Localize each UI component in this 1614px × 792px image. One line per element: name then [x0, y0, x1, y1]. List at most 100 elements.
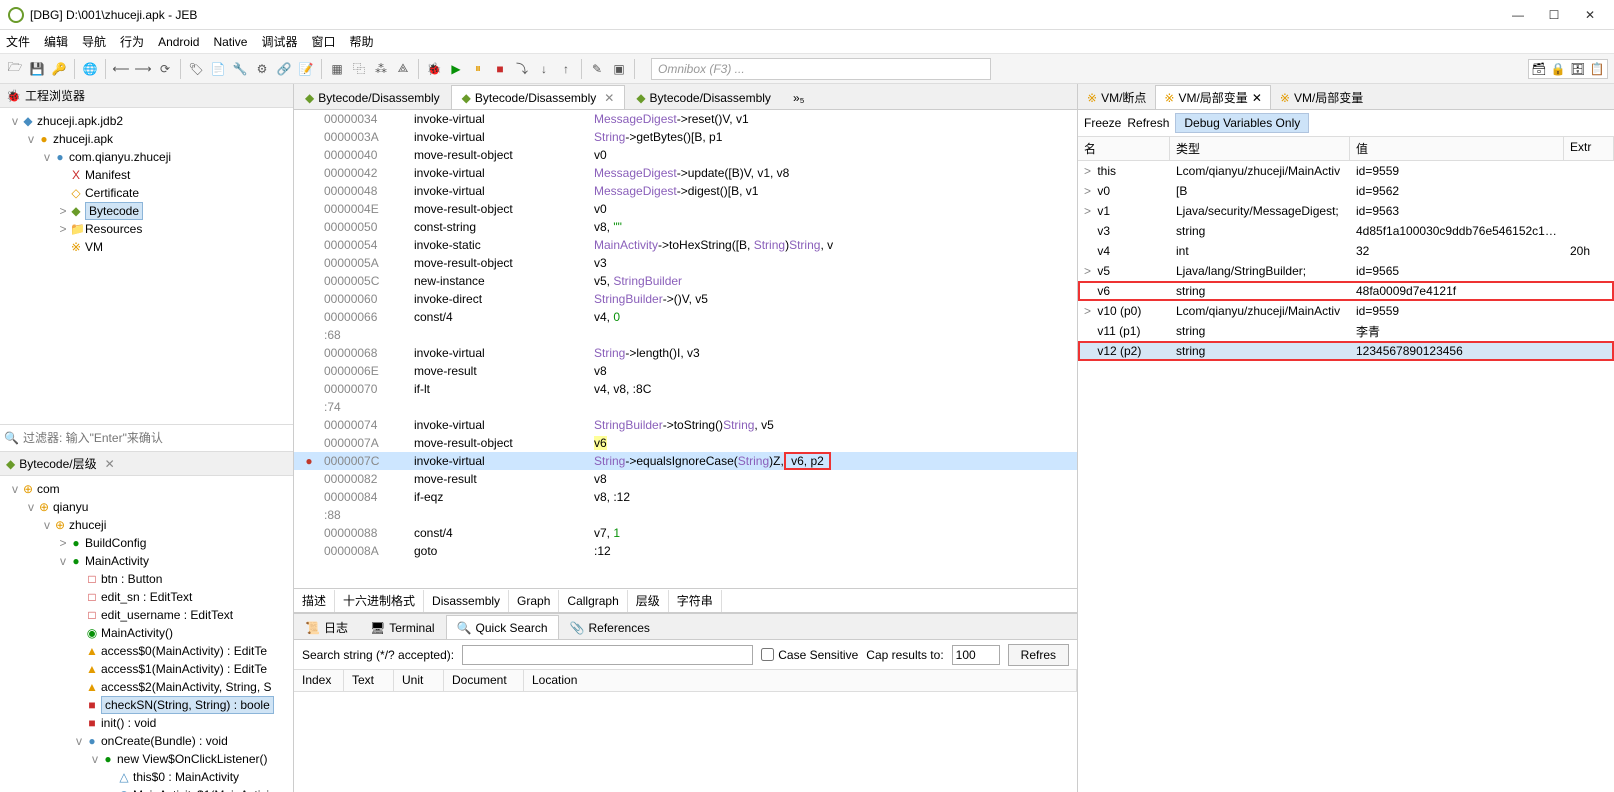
- code-line[interactable]: 00000066const/4v4, 0: [294, 308, 1077, 326]
- page-icon[interactable]: 📋: [1590, 62, 1605, 76]
- col-index[interactable]: Index: [294, 670, 344, 691]
- code-line[interactable]: 00000068invoke-virtualString->length()I,…: [294, 344, 1077, 362]
- close-icon[interactable]: ✕: [105, 457, 115, 471]
- tree-node[interactable]: ▲access$1(MainActivity) : EditTe: [2, 660, 291, 678]
- note-icon[interactable]: 📝: [297, 60, 315, 78]
- toolbar-right-group[interactable]: 🗃 🔒 🗄 📋: [1528, 59, 1608, 79]
- tag-icon[interactable]: 🏷: [187, 60, 205, 78]
- code-line[interactable]: 00000048invoke-virtualMessageDigest->dig…: [294, 182, 1077, 200]
- tree-node[interactable]: v◆zhuceji.apk.jdb2: [2, 112, 291, 130]
- tree-node[interactable]: □btn : Button: [2, 570, 291, 588]
- var-row[interactable]: v6string48fa0009d7e4121f: [1078, 281, 1614, 301]
- project-tree[interactable]: v◆zhuceji.apk.jdb2v●zhuceji.apkv●com.qia…: [0, 108, 293, 424]
- tab-disassembly-1[interactable]: ◆Bytecode/Disassembly: [294, 85, 451, 109]
- vars-table[interactable]: > thisLcom/qianyu/zhuceji/MainActivid=95…: [1078, 161, 1614, 792]
- menu-file[interactable]: 文件: [6, 33, 30, 50]
- stack-icon[interactable]: 🗄: [1570, 62, 1585, 76]
- tree-node[interactable]: v⊕zhuceji: [2, 516, 291, 534]
- tree-node[interactable]: v●new View$OnClickListener(): [2, 750, 291, 768]
- step-into-icon[interactable]: ↓: [535, 60, 553, 78]
- col-name[interactable]: 名: [1078, 137, 1170, 160]
- forward-icon[interactable]: ⟶: [134, 60, 152, 78]
- hierarchy-tree[interactable]: v⊕comv⊕qianyuv⊕zhuceji>●BuildConfigv●Mai…: [0, 476, 293, 792]
- tree-node[interactable]: ▲access$2(MainActivity, String, S: [2, 678, 291, 696]
- code-line[interactable]: :68: [294, 326, 1077, 344]
- tree-node[interactable]: ■init() : void: [2, 714, 291, 732]
- close-button[interactable]: ✕: [1578, 6, 1602, 24]
- search-input[interactable]: [462, 645, 753, 665]
- code-line[interactable]: 00000054invoke-staticMainActivity->toHex…: [294, 236, 1077, 254]
- btab-callgraph[interactable]: Callgraph: [559, 590, 627, 612]
- code-line[interactable]: 00000042invoke-virtualMessageDigest->upd…: [294, 164, 1077, 182]
- close-icon[interactable]: ✕: [1252, 91, 1262, 105]
- col-value[interactable]: 值: [1350, 137, 1564, 160]
- btab-desc[interactable]: 描述: [294, 590, 335, 612]
- gear-icon[interactable]: ⚙: [253, 60, 271, 78]
- filter-input[interactable]: [23, 428, 289, 448]
- tab-terminal[interactable]: 🖥Terminal: [359, 615, 446, 639]
- tree-node[interactable]: >📁Resources: [2, 220, 291, 238]
- menu-native[interactable]: Native: [213, 35, 247, 49]
- tab-disassembly-3[interactable]: ◆Bytecode/Disassembly: [625, 85, 782, 109]
- menu-edit[interactable]: 编辑: [44, 33, 68, 50]
- step-over-icon[interactable]: ⤵: [513, 60, 531, 78]
- code-line[interactable]: 00000084if-eqzv8, :12: [294, 488, 1077, 506]
- code-line[interactable]: 0000007Amove-result-objectv6: [294, 434, 1077, 452]
- tree-node[interactable]: ◇Certificate: [2, 184, 291, 202]
- menu-android[interactable]: Android: [158, 35, 199, 49]
- code-line[interactable]: 0000007Cinvoke-virtualString->equalsIgno…: [294, 452, 1077, 470]
- col-type[interactable]: 类型: [1170, 137, 1350, 160]
- maximize-button[interactable]: ☐: [1542, 6, 1566, 24]
- tab-locals-2[interactable]: ※VM/局部变量: [1271, 85, 1372, 109]
- db-icon[interactable]: 🗃: [1531, 62, 1546, 76]
- btab-strings[interactable]: 字符串: [669, 590, 722, 612]
- close-icon[interactable]: ✕: [604, 91, 614, 105]
- wrench-icon[interactable]: 🔧: [231, 60, 249, 78]
- open-icon[interactable]: 🗁: [6, 60, 24, 78]
- key-icon[interactable]: 🔑: [50, 60, 68, 78]
- col-location[interactable]: Location: [524, 670, 1077, 691]
- cap-input[interactable]: [952, 645, 1000, 665]
- tree-node[interactable]: v●zhuceji.apk: [2, 130, 291, 148]
- var-row[interactable]: > v1Ljava/security/MessageDigest;id=9563: [1078, 201, 1614, 221]
- var-row[interactable]: v4int3220h: [1078, 241, 1614, 261]
- btab-disasm[interactable]: Disassembly: [424, 590, 509, 612]
- stop-icon[interactable]: ■: [491, 60, 509, 78]
- tree-node[interactable]: ◉MainActivity$1(MainActivi: [2, 786, 291, 792]
- tree-node[interactable]: □edit_username : EditText: [2, 606, 291, 624]
- code-line[interactable]: 00000074invoke-virtualStringBuilder->toS…: [294, 416, 1077, 434]
- case-sensitive-checkbox[interactable]: Case Sensitive: [761, 648, 858, 662]
- menu-nav[interactable]: 导航: [82, 33, 106, 50]
- tree-node[interactable]: □edit_sn : EditText: [2, 588, 291, 606]
- tree-node[interactable]: ※VM: [2, 238, 291, 256]
- lock-icon[interactable]: 🔒: [1551, 62, 1566, 76]
- step-out-icon[interactable]: ↑: [557, 60, 575, 78]
- tab-locals-1[interactable]: ※VM/局部变量✕: [1155, 85, 1270, 109]
- menu-help[interactable]: 帮助: [349, 33, 373, 50]
- tree-node[interactable]: v●com.qianyu.zhuceji: [2, 148, 291, 166]
- code-line[interactable]: 0000005Amove-result-objectv3: [294, 254, 1077, 272]
- code-line[interactable]: 00000070if-ltv4, v8, :8C: [294, 380, 1077, 398]
- nodes-icon[interactable]: ⁂: [372, 60, 390, 78]
- tree-node[interactable]: v●onCreate(Bundle) : void: [2, 732, 291, 750]
- tree-node[interactable]: ◉MainActivity(): [2, 624, 291, 642]
- code-line[interactable]: 00000050const-stringv8, "": [294, 218, 1077, 236]
- code-line[interactable]: 0000006Emove-resultv8: [294, 362, 1077, 380]
- doc-icon[interactable]: 📄: [209, 60, 227, 78]
- globe-icon[interactable]: 🌐: [81, 60, 99, 78]
- grid-icon[interactable]: ▦: [328, 60, 346, 78]
- bug-icon[interactable]: 🐞: [425, 60, 443, 78]
- omnibox-input[interactable]: Omnibox (F3) ...: [651, 58, 991, 80]
- minimize-button[interactable]: —: [1506, 6, 1530, 24]
- code-line[interactable]: 00000082move-resultv8: [294, 470, 1077, 488]
- disassembly-view[interactable]: 00000034invoke-virtualMessageDigest->res…: [294, 110, 1077, 588]
- save-icon[interactable]: 💾: [28, 60, 46, 78]
- code-line[interactable]: :88: [294, 506, 1077, 524]
- var-row[interactable]: > v5Ljava/lang/StringBuilder;id=9565: [1078, 261, 1614, 281]
- code-line[interactable]: 00000034invoke-virtualMessageDigest->res…: [294, 110, 1077, 128]
- box-icon[interactable]: ▣: [610, 60, 628, 78]
- tree-node[interactable]: XManifest: [2, 166, 291, 184]
- code-line[interactable]: 00000088const/4v7, 1: [294, 524, 1077, 542]
- play-icon[interactable]: ▶: [447, 60, 465, 78]
- tab-log[interactable]: 📜日志: [294, 615, 359, 639]
